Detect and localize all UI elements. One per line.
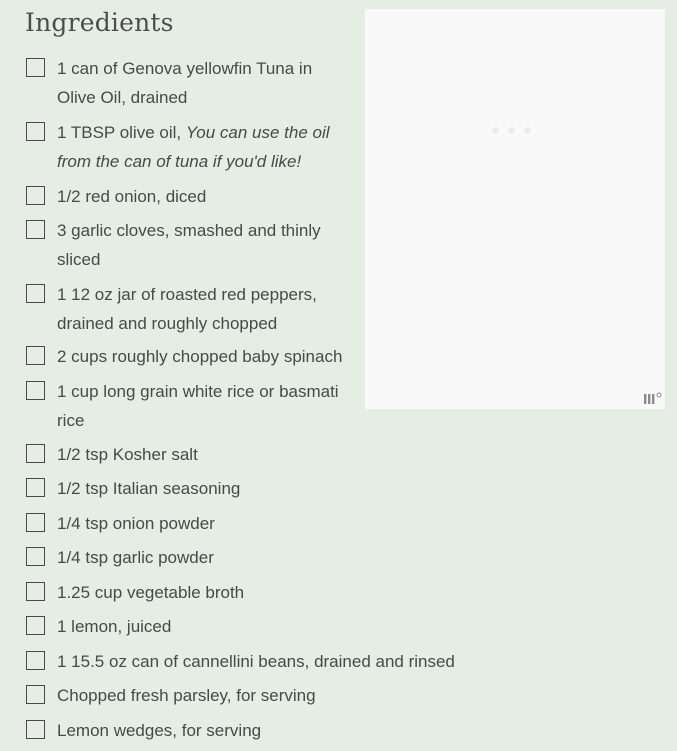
ingredient-text: Chopped fresh parsley, for serving [57, 681, 316, 710]
ingredient-text: 1 15.5 oz can of cannellini beans, drain… [57, 647, 455, 676]
ingredient-line: 1/2 tsp Italian seasoning [57, 479, 241, 498]
ingredient-line: 1.25 cup vegetable broth [57, 583, 245, 602]
ingredient-line: 1/4 tsp garlic powder [57, 548, 214, 567]
ingredient-line: 1 TBSP olive oil, You can use the oil [57, 118, 330, 147]
ingredient-line: 1 15.5 oz can of cannellini beans, drain… [57, 652, 455, 671]
ingredient-line: sliced [57, 250, 101, 269]
ingredient-checkbox[interactable] [26, 651, 45, 670]
ingredient-main-text: 1 TBSP olive oil, [57, 123, 182, 142]
ingredient-checkbox[interactable] [26, 444, 45, 463]
ingredient-line: rice [57, 411, 85, 430]
ingredient-line: 1 lemon, juiced [57, 617, 172, 636]
ingredient-line: 1/2 tsp Kosher salt [57, 445, 198, 464]
ingredient-checkbox[interactable] [26, 186, 45, 205]
ingredient-line: 1 12 oz jar of roasted red peppers, [57, 285, 317, 304]
ingredient-text: 1/2 tsp Italian seasoning [57, 474, 240, 503]
ingredient-line: Lemon wedges, for serving [57, 721, 262, 740]
ingredient-text: 1/2 tsp Kosher salt [57, 440, 198, 469]
ingredient-line: from the can of tuna if you'd like! [57, 147, 330, 176]
ingredient-checkbox[interactable] [26, 685, 45, 704]
ingredient-text: 1.25 cup vegetable broth [57, 578, 244, 607]
loading-dots-icon [492, 127, 531, 134]
ingredient-text: 1 can of Genova yellowfin Tuna in Olive … [57, 54, 312, 112]
ingredient-note: You can use the oil [185, 123, 330, 142]
ingredient-line: drained and roughly chopped [57, 314, 278, 333]
ingredient-text: 1 lemon, juiced [57, 612, 171, 641]
ingredient-checkbox[interactable] [26, 582, 45, 601]
ingredient-checkbox[interactable] [26, 220, 45, 239]
ingredient-checkbox[interactable] [26, 547, 45, 566]
ingredient-checkbox[interactable] [26, 122, 45, 141]
mediavine-logo-icon[interactable] [643, 391, 663, 405]
ingredient-note: from the can of tuna if you'd like! [57, 152, 302, 171]
ingredient-text: 1/2 red onion, diced [57, 182, 206, 211]
ingredient-text: 1 12 oz jar of roasted red peppers, drai… [57, 280, 317, 338]
ingredient-text: 1/4 tsp onion powder [57, 509, 215, 538]
ingredient-text: 1 cup long grain white rice or basmati r… [57, 377, 339, 435]
ingredient-line: 1/2 red onion, diced [57, 187, 207, 206]
ingredient-text: 3 garlic cloves, smashed and thinly slic… [57, 216, 321, 274]
ingredient-checkbox[interactable] [26, 478, 45, 497]
ingredient-checkbox[interactable] [26, 381, 45, 400]
ingredient-line: 1 can of Genova yellowfin Tuna in [57, 59, 313, 78]
ingredient-checkbox[interactable] [26, 616, 45, 635]
ingredients-heading: Ingredients [25, 8, 174, 37]
ingredient-line: 3 garlic cloves, smashed and thinly [57, 221, 321, 240]
ingredient-text: 1 TBSP olive oil, You can use the oil fr… [57, 118, 330, 176]
ingredient-checkbox[interactable] [26, 346, 45, 365]
ingredient-line: Olive Oil, drained [57, 88, 188, 107]
ingredient-checkbox[interactable] [26, 284, 45, 303]
ingredient-text: Lemon wedges, for serving [57, 716, 261, 745]
ingredient-checkbox[interactable] [26, 58, 45, 77]
ingredient-line: 2 cups roughly chopped baby spinach [57, 347, 343, 366]
ingredient-checkbox[interactable] [26, 513, 45, 532]
ingredient-checkbox[interactable] [26, 720, 45, 739]
ingredient-text: 1/4 tsp garlic powder [57, 543, 214, 572]
ingredient-line: 1/4 tsp onion powder [57, 514, 215, 533]
ingredient-line: Chopped fresh parsley, for serving [57, 686, 316, 705]
ingredient-line: 1 cup long grain white rice or basmati [57, 382, 339, 401]
ingredient-text: 2 cups roughly chopped baby spinach [57, 342, 342, 371]
ad-placeholder[interactable] [365, 9, 665, 409]
